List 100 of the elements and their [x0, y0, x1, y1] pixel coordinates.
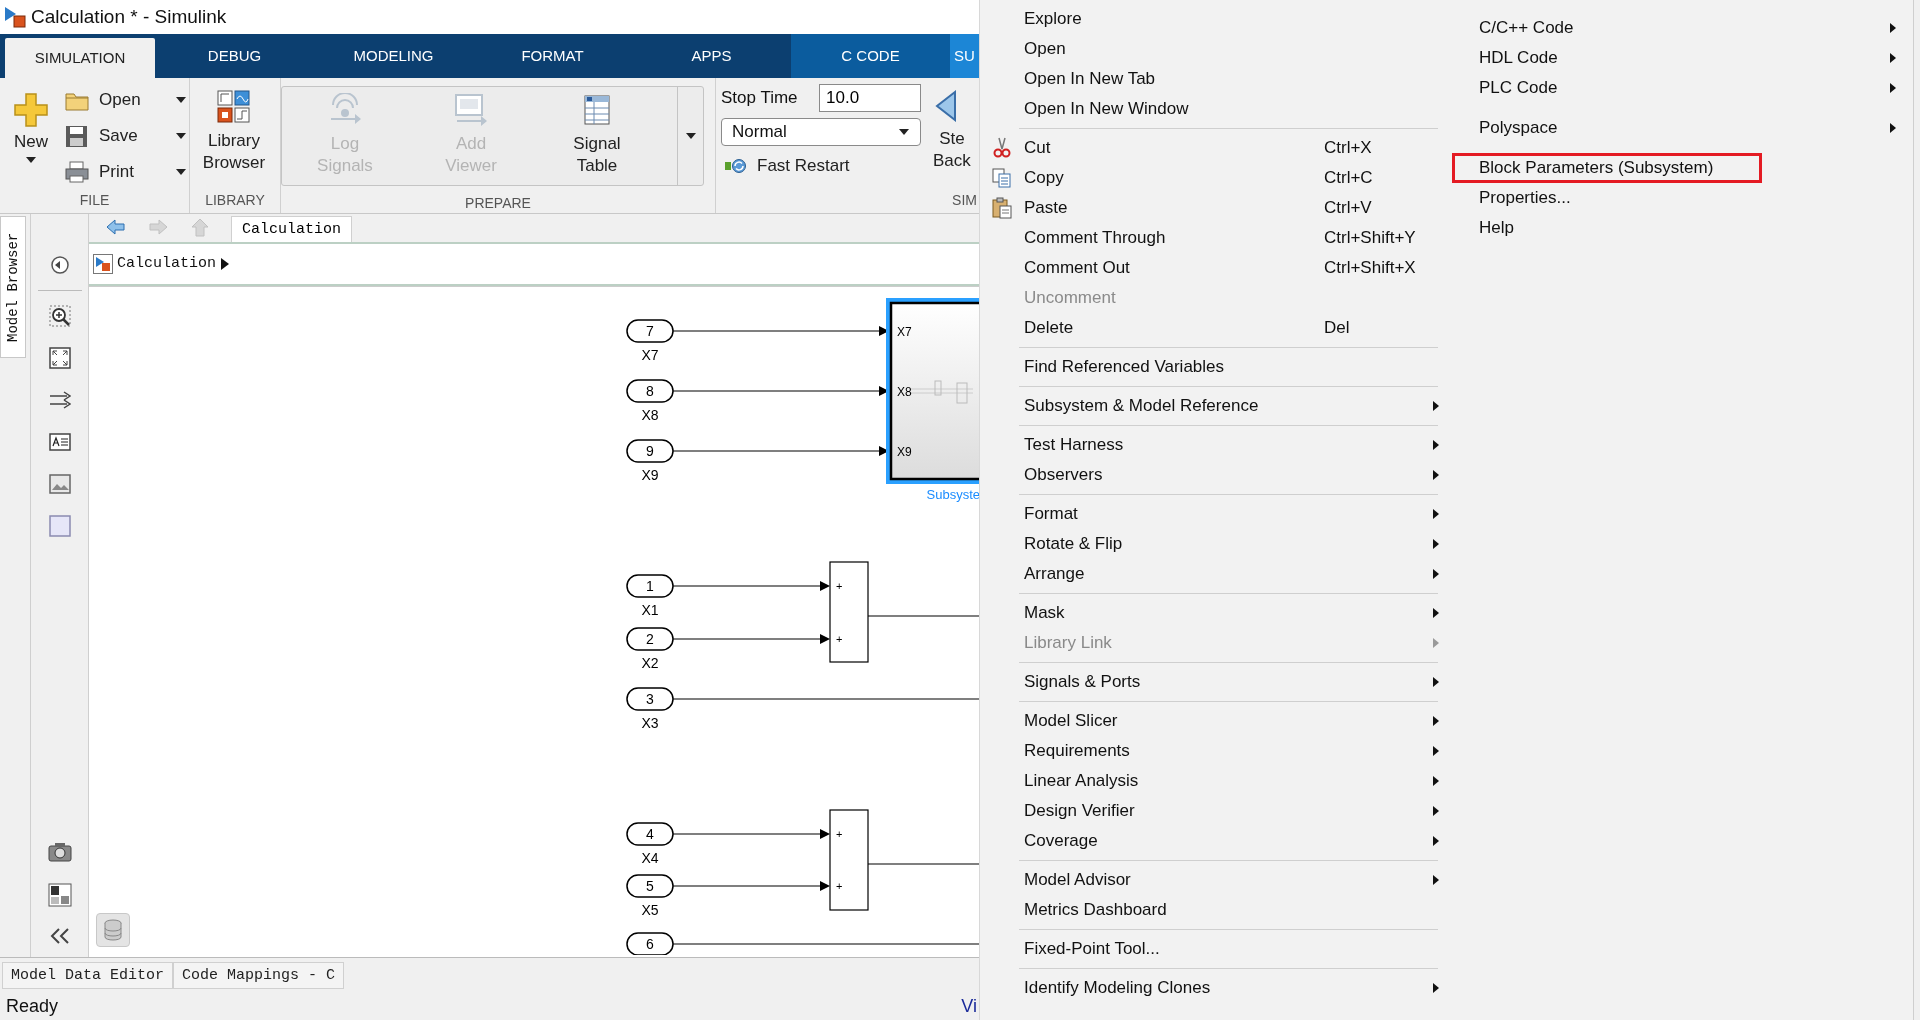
layout-blocks-icon[interactable]	[47, 883, 72, 908]
image-icon[interactable]	[48, 472, 71, 495]
menu-item[interactable]: Design Verifier	[980, 796, 1452, 826]
menu-item[interactable]: Open	[980, 34, 1452, 64]
fit-to-view-icon[interactable]	[48, 346, 71, 369]
stop-time-field[interactable]: 10.0	[819, 83, 921, 112]
menu-item[interactable]: Arrange	[980, 559, 1452, 589]
menu-item[interactable]: Explore	[980, 4, 1452, 34]
menu-item[interactable]: Observers	[980, 460, 1452, 490]
submenu-arrow-icon	[1433, 746, 1439, 756]
caret-icon	[175, 95, 187, 104]
menu-item[interactable]: Open In New Tab	[980, 64, 1452, 94]
ribbon-tab[interactable]: FORMAT	[473, 33, 632, 78]
menu-item[interactable]: Open In New Window	[980, 94, 1452, 124]
mode-dropdown[interactable]: Normal	[721, 117, 921, 146]
menu-item[interactable]: Identify Modeling Clones	[980, 973, 1452, 1003]
menu-item[interactable]: Properties...	[1452, 183, 1903, 213]
scissors-icon	[991, 137, 1013, 159]
menu-item[interactable]: Metrics Dashboard	[980, 895, 1452, 925]
ribbon-tab[interactable]: APPS	[632, 33, 791, 78]
shortcut-label: Ctrl+C	[1324, 168, 1374, 188]
model-browser-tab[interactable]: Model Browser	[0, 215, 26, 358]
new-button[interactable]: New	[6, 83, 56, 189]
breadcrumb-link[interactable]: Calculation	[117, 255, 217, 273]
inport-block: 1	[626, 574, 674, 598]
menu-item[interactable]: Subsystem & Model Reference	[980, 391, 1452, 421]
menu-item[interactable]: Test Harness	[980, 430, 1452, 460]
menu-item[interactable]: Copy Ctrl+C	[980, 163, 1452, 193]
ribbon-tab[interactable]: SU	[950, 33, 979, 78]
inport-block: 8	[626, 379, 674, 403]
caret-icon	[898, 127, 910, 136]
submenu-arrow-icon	[1890, 53, 1896, 63]
file-menu-button[interactable]: Print	[62, 155, 187, 188]
submenu-arrow-icon	[1433, 776, 1439, 786]
menu-item[interactable]: Linear Analysis	[980, 766, 1452, 796]
menu-item[interactable]: PLC Code	[1452, 73, 1903, 103]
subsystem-block[interactable]	[886, 297, 979, 484]
caret-icon	[175, 131, 187, 140]
data-store-button[interactable]	[96, 913, 130, 948]
model-tab[interactable]: Calculation	[231, 215, 353, 242]
sum-block[interactable]	[829, 809, 869, 911]
menu-item[interactable]: Format	[980, 499, 1452, 529]
port-sign: +	[836, 579, 843, 592]
viewer-monitor-icon	[453, 92, 489, 127]
menu-item[interactable]: Coverage	[980, 826, 1452, 856]
panel-tab[interactable]: Code Mappings - C	[173, 961, 345, 989]
menu-item[interactable]: Paste Ctrl+V	[980, 193, 1452, 223]
clipboard-icon	[991, 197, 1013, 219]
menu-item[interactable]: Cut Ctrl+X	[980, 133, 1452, 163]
collapse-chevrons-icon[interactable]	[48, 927, 71, 946]
menu-item[interactable]: Help	[1452, 213, 1903, 243]
subsystem-preview-drawing	[910, 380, 974, 404]
menu-item[interactable]: Polyspace	[1452, 113, 1903, 143]
gallery-button[interactable]: Signal Table	[534, 86, 660, 185]
block-label: X9	[641, 466, 659, 483]
menu-item[interactable]: Signals & Ports	[980, 667, 1452, 697]
inport-block: 5	[626, 874, 674, 898]
menu-item[interactable]: C/C++ Code	[1452, 13, 1903, 43]
port-sign: +	[836, 879, 843, 892]
menu-item[interactable]: HDL Code	[1452, 43, 1903, 73]
library-browser-button[interactable]: Library Browser	[190, 83, 278, 189]
signal-arrows-icon[interactable]	[48, 388, 71, 411]
zoom-in-icon[interactable]	[48, 304, 71, 327]
menu-item[interactable]: Fixed-Point Tool...	[980, 934, 1452, 964]
status-link[interactable]: Vi	[961, 995, 977, 1017]
fast-restart-button[interactable]: Fast Restart	[721, 151, 921, 176]
panel-tab[interactable]: Model Data Editor	[2, 961, 174, 989]
camera-icon[interactable]	[47, 841, 72, 864]
file-menu-button[interactable]: Save	[62, 119, 187, 152]
file-menu-button[interactable]: Open	[62, 83, 187, 116]
back-arrow-icon[interactable]	[105, 218, 127, 238]
menu-item[interactable]: Find Referenced Variables	[980, 352, 1452, 382]
ribbon-tab[interactable]: C CODE	[791, 33, 950, 78]
sum-block[interactable]	[829, 561, 869, 663]
menu-item[interactable]: Requirements	[980, 736, 1452, 766]
menu-item[interactable]: Model Slicer	[980, 706, 1452, 736]
menu-item[interactable]: Rotate & Flip	[980, 529, 1452, 559]
menu-item[interactable]: Comment Out Ctrl+Shift+X	[980, 253, 1452, 283]
expand-triangle-icon	[220, 256, 231, 271]
ribbon-tab[interactable]: SIMULATION	[5, 37, 155, 78]
menu-item[interactable]: Block Parameters (Subsystem)	[1452, 153, 1762, 183]
menu-item[interactable]: Comment Through Ctrl+Shift+Y	[980, 223, 1452, 253]
submenu-arrow-icon	[1433, 836, 1439, 846]
back-circle-icon[interactable]	[48, 253, 71, 276]
copy-pages-icon	[991, 167, 1013, 189]
submenu-arrow-icon	[1433, 983, 1439, 993]
submenu-arrow-icon	[1433, 569, 1439, 579]
annotation-icon[interactable]	[48, 430, 71, 453]
step-back-button[interactable]: Ste Back	[931, 83, 977, 189]
menu-item[interactable]: Mask	[980, 598, 1452, 628]
submenu-arrow-icon	[1433, 470, 1439, 480]
menu-item[interactable]: Delete Del	[980, 313, 1452, 343]
caret-icon	[175, 167, 187, 176]
submenu-arrow-icon	[1433, 608, 1439, 618]
menu-item[interactable]: Model Advisor	[980, 865, 1452, 895]
section-label: LIBRARY	[204, 190, 266, 210]
submenu-arrow-icon	[1433, 638, 1439, 648]
submenu-arrow-icon	[1890, 123, 1896, 133]
ribbon-tab[interactable]: DEBUG	[155, 33, 314, 78]
ribbon-tab[interactable]: MODELING	[314, 33, 473, 78]
